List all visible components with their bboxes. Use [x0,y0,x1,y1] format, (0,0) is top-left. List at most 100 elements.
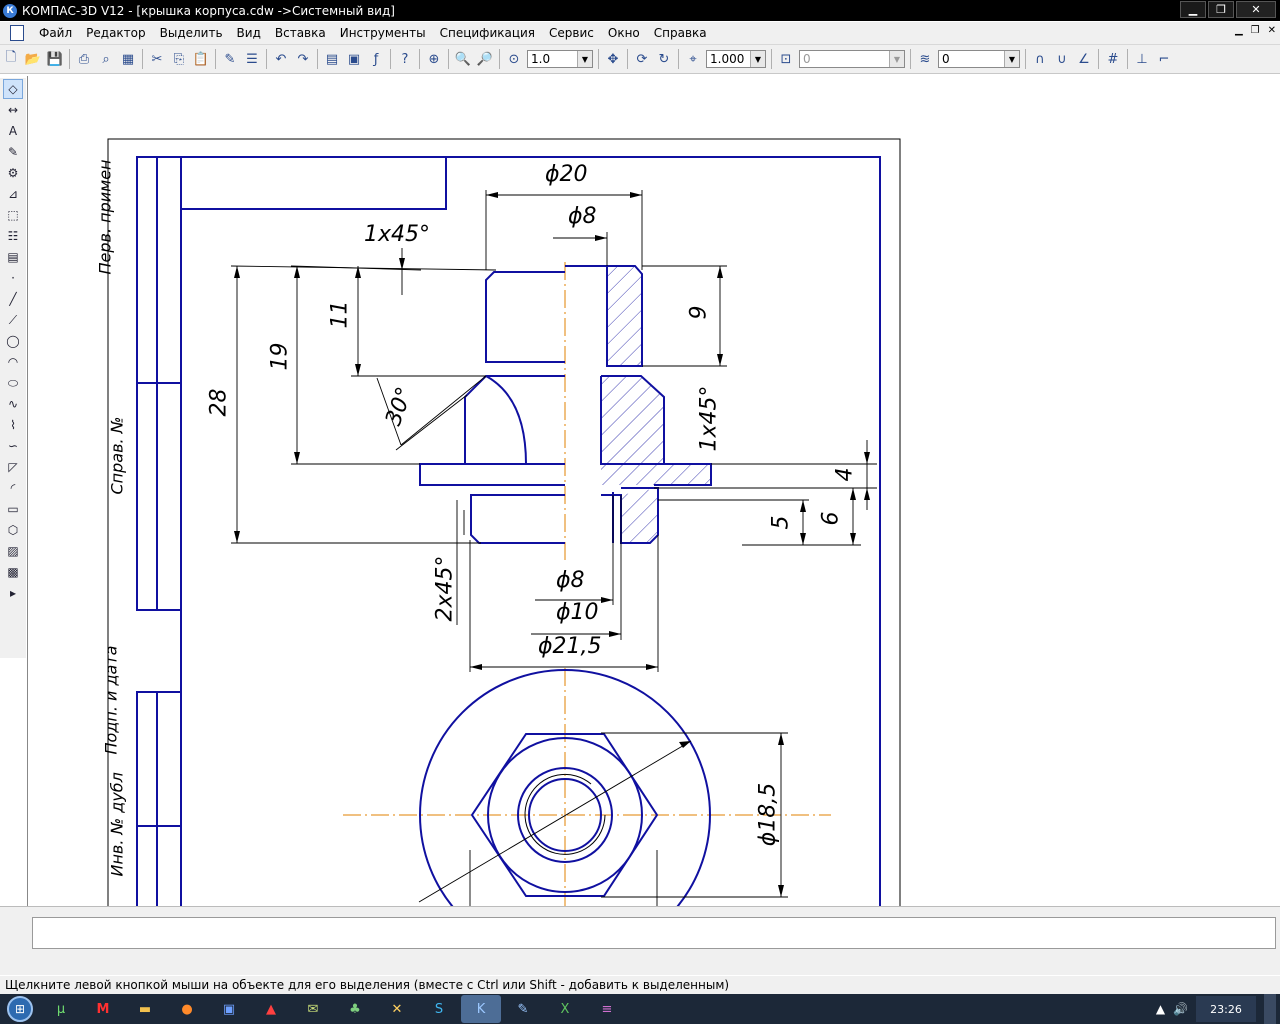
bezier-tool-icon[interactable]: ∽ [3,436,23,456]
undo-icon[interactable]: ↶ [272,50,290,68]
menu-help[interactable]: Справка [647,26,714,40]
paste-icon[interactable]: 📋 [192,50,210,68]
menu-file[interactable]: Файл [32,26,79,40]
variables-icon[interactable]: ƒ [367,50,385,68]
print-icon[interactable]: ⎙ [75,50,93,68]
format-brush-icon[interactable]: ✎ [221,50,239,68]
select-panel-icon[interactable]: ⬚ [3,205,23,225]
polyline-tool-icon[interactable]: ⌇ [3,415,23,435]
menu-select[interactable]: Выделить [153,26,230,40]
angle-icon[interactable]: ⊡ [777,50,795,68]
mdi-minimize-button[interactable]: ▁ [1235,25,1243,36]
line-tool-icon[interactable]: ╱ [3,289,23,309]
grid-icon[interactable]: # [1104,50,1122,68]
magnet-local-icon[interactable]: ∪ [1053,50,1071,68]
open-icon[interactable]: 📂 [24,50,42,68]
menu-edit[interactable]: Редактор [79,26,152,40]
layers-icon[interactable]: ≋ [916,50,934,68]
polygon-tool-icon[interactable]: ⬡ [3,520,23,540]
fillet-tool-icon[interactable]: ◜ [3,478,23,498]
zoom-scale-icon[interactable]: ⊙ [505,50,523,68]
menu-window[interactable]: Окно [601,26,647,40]
minimize-button[interactable]: ▁ [1180,1,1206,18]
mdi-close-button[interactable]: ✕ [1268,25,1276,36]
close-button[interactable]: ✕ [1236,1,1276,18]
menu-view[interactable]: Вид [230,26,268,40]
chevron-down-icon[interactable]: ▼ [577,51,592,67]
point-tool-icon[interactable]: · [3,268,23,288]
help-pointer-icon[interactable]: ? [396,50,414,68]
floppy-icon[interactable]: ▣ [209,995,249,1023]
redo-icon[interactable]: ↷ [294,50,312,68]
maximize-button[interactable]: ❐ [1208,1,1234,18]
ellipse-tool-icon[interactable]: ⬭ [3,373,23,393]
tool-icon[interactable]: ✕ [377,995,417,1023]
segment-tool-icon[interactable]: ⟋ [3,310,23,330]
pan-icon[interactable]: ✥ [604,50,622,68]
new-icon[interactable]: 🗋 [2,50,20,68]
folder-icon[interactable]: ▬ [125,995,165,1023]
measure-panel-icon[interactable]: ⊿ [3,184,23,204]
clock[interactable]: 23:26 [1196,996,1256,1022]
chamfer-tool-icon[interactable]: ◸ [3,457,23,477]
show-desktop-button[interactable] [1264,994,1276,1024]
designations-panel-icon[interactable]: A [3,121,23,141]
circle-tool-icon[interactable]: ◯ [3,331,23,351]
angle-combo[interactable]: 0 ▼ [799,50,905,68]
manager-icon[interactable]: ▤ [323,50,341,68]
param-panel-icon[interactable]: ⚙ [3,163,23,183]
ortho-mode-icon[interactable]: ⌐ [1155,50,1173,68]
pdf-icon[interactable]: ▲ [251,995,291,1023]
zoom-in-icon[interactable]: 🔍 [454,50,472,68]
spline-tool-icon[interactable]: ∿ [3,394,23,414]
report-panel-icon[interactable]: ▤ [3,247,23,267]
firefox-icon[interactable]: ● [167,995,207,1023]
menu-tools[interactable]: Инструменты [333,26,433,40]
chevron-down-icon[interactable]: ▼ [1004,51,1019,67]
dimensions-panel-icon[interactable]: ↔ [3,100,23,120]
hatch-tool-icon[interactable]: ▨ [3,541,23,561]
tray-arrow-icon[interactable]: ▲ [1156,1002,1165,1016]
excel-icon[interactable]: X [545,995,585,1023]
start-button[interactable]: ⊞ [0,994,40,1024]
volume-icon[interactable]: 🔊 [1173,1002,1188,1016]
preview-icon[interactable]: ⌕ [97,50,115,68]
winrar-icon[interactable]: ≡ [587,995,627,1023]
contour-tool-icon[interactable]: ▩ [3,562,23,582]
chevron-down-icon[interactable]: ▼ [889,51,904,67]
arc-tool-icon[interactable]: ◠ [3,352,23,372]
cut-icon[interactable]: ✂ [148,50,166,68]
layer-combo[interactable]: 0 ▼ [938,50,1020,68]
app-icon[interactable]: ♣ [335,995,375,1023]
magnet-icon[interactable]: ∩ [1031,50,1049,68]
menu-specification[interactable]: Спецификация [433,26,542,40]
copy-icon[interactable]: ⎘ [170,50,188,68]
edit-panel-icon[interactable]: ✎ [3,142,23,162]
refresh-icon[interactable]: ⟳ [633,50,651,68]
rebuild-icon[interactable]: ↻ [655,50,673,68]
snap-icon[interactable]: ⌖ [684,50,702,68]
properties-icon[interactable]: ☰ [243,50,261,68]
skype-icon[interactable]: S [419,995,459,1023]
kompas-icon[interactable]: K [461,995,501,1023]
zoom-out-icon[interactable]: 🔎 [476,50,494,68]
chevron-down-icon[interactable]: ▼ [750,51,765,67]
local-cs-icon[interactable]: ⊥ [1133,50,1151,68]
draw-icon[interactable]: ✎ [503,995,543,1023]
menu-insert[interactable]: Вставка [268,26,333,40]
mdi-restore-button[interactable]: ❐ [1251,25,1260,36]
mail-icon[interactable]: ✉ [293,995,333,1023]
save-icon[interactable]: 💾 [46,50,64,68]
zoom-window-icon[interactable]: ⊕ [425,50,443,68]
zoom-combo[interactable]: 1.0 ▼ [527,50,593,68]
metro-icon[interactable]: M [83,995,123,1023]
menu-service[interactable]: Сервис [542,26,601,40]
document-icon[interactable] [10,25,24,41]
step-combo[interactable]: 1.000 ▼ [706,50,766,68]
library-icon[interactable]: ▣ [345,50,363,68]
ortho-icon[interactable]: ∠ [1075,50,1093,68]
spec-panel-icon[interactable]: ☷ [3,226,23,246]
more-tools-icon[interactable]: ▸ [3,583,23,603]
preview2-icon[interactable]: ▦ [119,50,137,68]
properties-field[interactable] [32,917,1276,949]
